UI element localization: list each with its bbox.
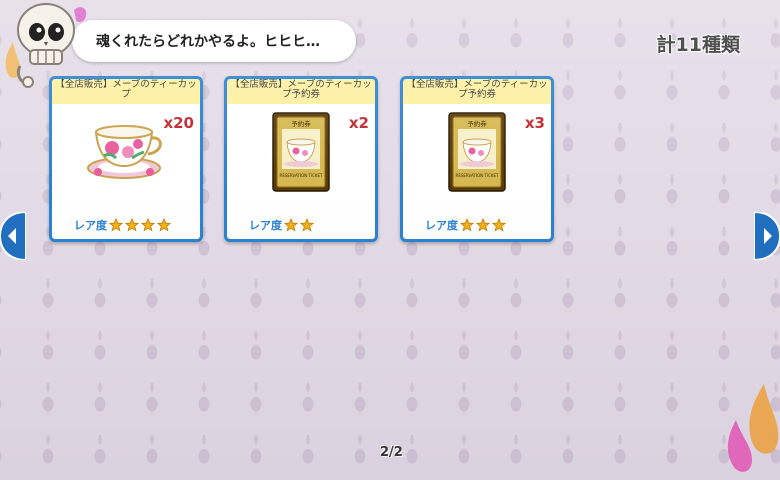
- ticket-bottom-label: RESERVATION TICKET: [456, 173, 499, 178]
- rarity-label: レア度: [425, 219, 458, 232]
- star-icon: [125, 218, 139, 232]
- item-rarity: レア度: [249, 217, 314, 233]
- reservation-ticket-icon: 予約券 RESERVATION TICKET: [272, 112, 330, 192]
- star-icon: [141, 218, 155, 232]
- page-indicator: 2/2: [380, 445, 403, 460]
- item-quantity: x2: [348, 114, 369, 132]
- star-icon: [476, 218, 490, 232]
- next-page-arrow-icon[interactable]: [754, 212, 780, 260]
- item-card-body: x3 予約券 RESERVATION TICKET レア度: [403, 104, 551, 239]
- flame-icon: [727, 384, 779, 472]
- reward-screen: { "dialog": { "message": "魂くれたらどれかやるよ。ヒヒ…: [0, 0, 780, 480]
- previous-page-arrow-icon[interactable]: [0, 212, 26, 260]
- item-card-body: x2 予約券 RESERVATION TICKET レア度: [227, 104, 375, 239]
- total-count-label: 計11種類: [656, 34, 740, 56]
- ticket-top-label: 予約券: [467, 119, 487, 128]
- rarity-label: レア度: [249, 219, 282, 232]
- star-icon: [284, 218, 298, 232]
- star-icon: [157, 218, 171, 232]
- item-rarity: レア度: [74, 217, 171, 233]
- dialog-message: 魂くれたらどれかやるよ。ヒヒヒ…: [96, 34, 320, 50]
- star-icon: [300, 218, 314, 232]
- item-title: 【全店販売】メーブのティーカップ予約券: [227, 79, 375, 104]
- ticket-bottom-label: RESERVATION TICKET: [280, 173, 323, 178]
- item-card[interactable]: 【全店販売】メーブのティーカップ予約券 x2 予約券 RESERVATION T…: [224, 76, 378, 242]
- item-card-body: x20 レア度: [52, 104, 200, 239]
- skull-mascot-icon: [16, 3, 87, 88]
- reservation-ticket-icon: 予約券 RESERVATION TICKET: [448, 112, 506, 192]
- item-quantity: x3: [524, 114, 545, 132]
- teacup-icon: [87, 125, 162, 179]
- item-quantity: x20: [163, 114, 194, 132]
- star-icon: [492, 218, 506, 232]
- star-icon: [460, 218, 474, 232]
- item-card[interactable]: 【全店販売】メーブのティーカップ予約券 x3 予約券 RESERVATION T…: [400, 76, 554, 242]
- item-card[interactable]: 【全店販売】メーブのティーカップ x20 レア度: [49, 76, 203, 242]
- star-icon: [109, 218, 123, 232]
- rarity-label: レア度: [74, 219, 107, 232]
- item-title: 【全店販売】メーブのティーカップ予約券: [403, 79, 551, 104]
- item-rarity: レア度: [425, 217, 506, 233]
- ticket-top-label: 予約券: [291, 119, 311, 128]
